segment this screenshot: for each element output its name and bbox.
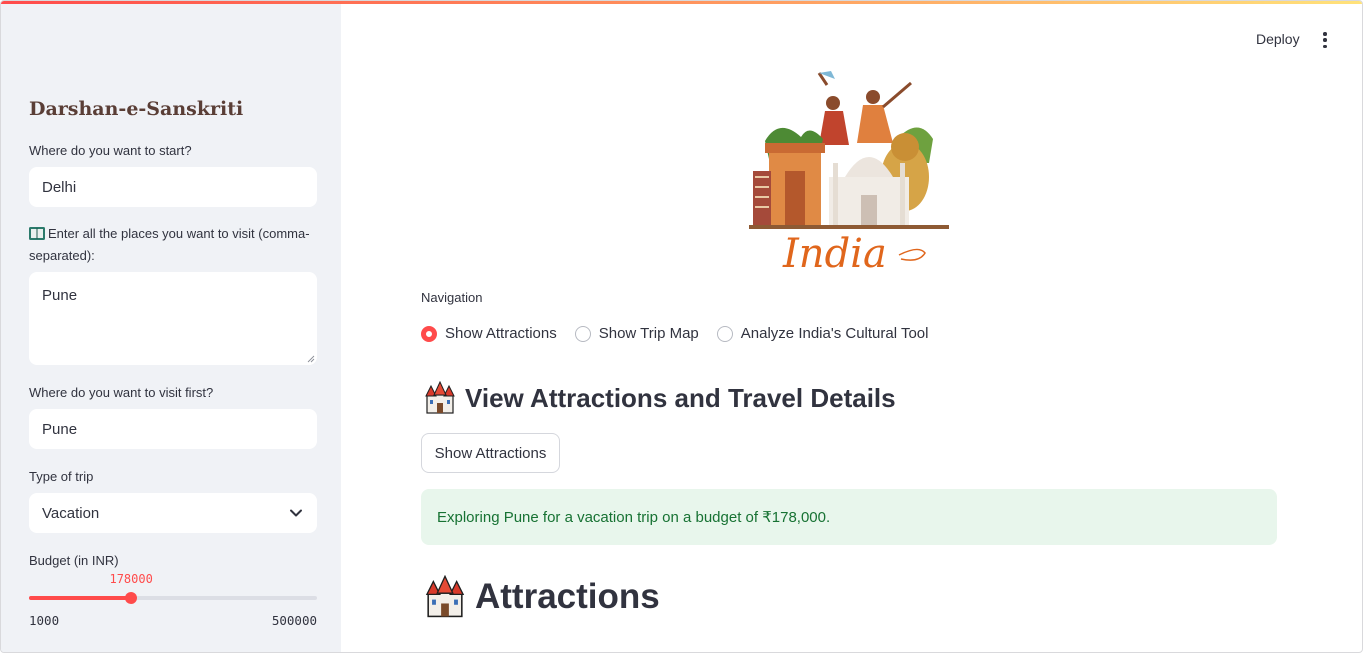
- places-label: Enter all the places you want to visit (…: [29, 226, 310, 263]
- open-book-icon: [29, 227, 45, 240]
- start-input[interactable]: Delhi: [29, 167, 317, 207]
- start-input-value: Delhi: [42, 178, 77, 196]
- navigation-label: Navigation: [421, 290, 483, 305]
- budget-min: 1000: [29, 613, 60, 628]
- radio-unselected-icon: [574, 325, 591, 342]
- budget-slider-value: 178000: [109, 572, 153, 586]
- app-title: Darshan-e-Sanskriti: [29, 98, 244, 120]
- resize-grip-icon[interactable]: [307, 355, 315, 363]
- first-label: Where do you want to visit first?: [29, 385, 214, 400]
- places-textarea-value: Pune: [42, 287, 78, 304]
- section-heading: View Attractions and Travel Details: [423, 381, 896, 415]
- castle-icon: [425, 381, 455, 414]
- first-input[interactable]: Pune: [29, 409, 317, 449]
- places-textarea[interactable]: Pune: [29, 272, 317, 365]
- castle-icon: [425, 575, 465, 618]
- radio-show-attractions[interactable]: Show Attractions: [421, 325, 557, 342]
- budget-label: Budget (in INR): [29, 553, 119, 568]
- budget-slider-fill: [29, 596, 132, 600]
- deploy-button[interactable]: Deploy: [1256, 31, 1300, 47]
- radio-show-trip-map[interactable]: Show Trip Map: [574, 325, 699, 342]
- trip-type-select[interactable]: Vacation: [29, 493, 317, 533]
- hero-caption: India: [782, 231, 887, 277]
- navigation-radio-group: Show Attractions Show Trip Map Analyze I…: [421, 325, 946, 342]
- chevron-down-icon: [290, 509, 302, 517]
- start-label: Where do you want to start?: [29, 143, 192, 158]
- show-attractions-button[interactable]: Show Attractions: [421, 433, 560, 473]
- top-decoration-bar: [1, 1, 1362, 4]
- budget-slider-thumb[interactable]: [125, 592, 138, 604]
- first-input-value: Pune: [42, 420, 78, 438]
- budget-slider[interactable]: [29, 592, 317, 604]
- radio-analyze-cultural-tool[interactable]: Analyze India's Cultural Tool: [716, 325, 928, 342]
- kebab-menu-icon[interactable]: [1319, 31, 1331, 49]
- india-culture-illustration: India: [749, 71, 949, 277]
- budget-max: 500000: [271, 613, 317, 628]
- radio-unselected-icon: [716, 325, 733, 342]
- success-alert: Exploring Pune for a vacation trip on a …: [421, 489, 1277, 545]
- app-window: Darshan-e-Sanskriti Where do you want to…: [0, 0, 1363, 653]
- sidebar: Darshan-e-Sanskriti Where do you want to…: [1, 1, 341, 652]
- attractions-heading: Attractions: [423, 575, 660, 619]
- trip-type-value: Vacation: [42, 504, 100, 522]
- radio-selected-icon: [421, 325, 437, 342]
- trip-type-label: Type of trip: [29, 469, 94, 484]
